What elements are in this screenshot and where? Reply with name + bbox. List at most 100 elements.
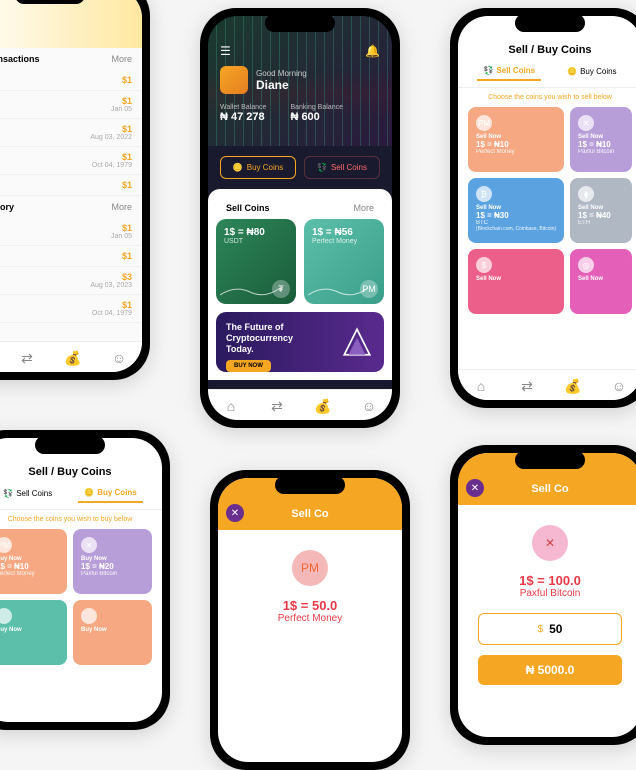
- coin-rate: 1$ = ₦10: [578, 140, 624, 149]
- wallet-icon[interactable]: 💰: [564, 378, 582, 392]
- coin-grid-card[interactable]: ₿Sell Now1$ = ₦30BTC(Blockchain.com, Coi…: [468, 178, 564, 243]
- phone-sell-buy: Sell / Buy Coins 💱 Sell Coins 🪙 Buy Coin…: [450, 8, 636, 408]
- coin-icon: [81, 608, 97, 624]
- home-icon[interactable]: ⌂: [222, 398, 240, 412]
- currency-symbol: $: [538, 624, 544, 635]
- more-link[interactable]: More: [111, 54, 132, 64]
- tab-buy-coins[interactable]: 🪙 Buy Coins: [561, 62, 622, 81]
- tab-subtitle: Choose the coins you wish to sell below: [458, 88, 636, 107]
- more-link[interactable]: More: [111, 202, 132, 212]
- buy-now-button[interactable]: BUY NOW: [226, 360, 271, 372]
- tx-amount: $1: [111, 223, 132, 233]
- coin-name: Perfect Money: [238, 613, 382, 624]
- greeting-label: Good Morning: [256, 69, 307, 78]
- profile-icon[interactable]: ☺: [610, 378, 628, 392]
- transaction-row[interactable]: mpleted$1Jan 05: [0, 218, 142, 246]
- coin-icon: ✕: [578, 115, 594, 131]
- coin-grid-card[interactable]: Buy Now: [0, 600, 67, 665]
- tx-date: Jan 05: [111, 233, 132, 240]
- sparkline-icon: [308, 280, 368, 300]
- wallet-icon[interactable]: 💰: [64, 350, 82, 364]
- coin-rate: 1$ = ₦80: [224, 227, 288, 238]
- coin-icon: PM: [292, 550, 328, 586]
- coin-icon: ✕: [532, 525, 568, 561]
- transaction-row[interactable]: mpleted$1: [0, 246, 142, 267]
- coin-icon: PM: [0, 537, 12, 553]
- coin-icon: $: [476, 257, 492, 273]
- tx-amount: $1: [111, 96, 132, 106]
- coin-rate: 1$ = ₦10: [476, 140, 556, 149]
- coin-grid-card[interactable]: $ Sell Now: [468, 249, 564, 314]
- close-button[interactable]: ✕: [226, 504, 244, 522]
- buy-coins-button[interactable]: 🪙 Buy Coins: [220, 156, 296, 179]
- home-icon[interactable]: ⌂: [472, 378, 490, 392]
- amount-input[interactable]: $ 50: [478, 613, 622, 645]
- avatar[interactable]: [220, 66, 248, 94]
- coin-icon: ◎: [578, 257, 594, 273]
- coin-grid-card[interactable]: ◎Sell Now: [570, 249, 632, 314]
- transaction-row[interactable]: mpleted$1: [0, 175, 142, 196]
- coin-rate: 1$ = ₦10: [0, 562, 59, 571]
- coin-icon: ✕: [81, 537, 97, 553]
- modal-title: Sell Co: [458, 483, 636, 495]
- tx-amount: $1: [122, 75, 132, 85]
- sell-coins-title: Sell Coins: [226, 203, 270, 213]
- coin-grid-card[interactable]: ⧫Sell Now1$ = ₦40ETH: [570, 178, 632, 243]
- exchange-icon[interactable]: ⇄: [18, 350, 36, 364]
- transaction-row[interactable]: mpleted$1: [0, 70, 142, 91]
- exchange-icon[interactable]: ⇄: [518, 378, 536, 392]
- close-button[interactable]: ✕: [466, 479, 484, 497]
- coin-name: Perfect Money: [0, 571, 59, 577]
- more-link[interactable]: More: [353, 203, 374, 213]
- section-title: ent Transactions: [0, 54, 40, 64]
- coin-card[interactable]: 1$ = ₦80USDT₮: [216, 219, 296, 304]
- transaction-row[interactable]: mpleted$1Oct 04, 1979: [0, 147, 142, 175]
- tab-subtitle: Choose the coins you wish to buy below: [0, 510, 162, 529]
- transaction-row[interactable]: mpleted$3Aug 03, 2023: [0, 267, 142, 295]
- coin-name: Paxful Bitcoin: [578, 149, 624, 155]
- tx-amount: $1: [122, 251, 132, 261]
- coin-name: Perfect Money: [312, 238, 376, 245]
- transaction-row[interactable]: mpleted$1Oct 04, 1979: [0, 295, 142, 323]
- banking-balance-label: Banking Balance: [290, 104, 343, 111]
- phone-sell-perfect-money: ✕ Sell Co PM 1$ = 50.0 Perfect Money: [210, 470, 410, 770]
- tab-buy-coins[interactable]: 🪙 Buy Coins: [78, 484, 143, 503]
- bell-icon[interactable]: 🔔: [365, 44, 380, 58]
- tx-date: Oct 04, 1979: [92, 162, 132, 169]
- menu-icon[interactable]: ☰: [220, 44, 231, 58]
- coin-icon: ₮: [272, 280, 290, 298]
- phone-buy-coins: Sell / Buy Coins 💱 Sell Coins 🪙 Buy Coin…: [0, 430, 170, 730]
- profile-icon[interactable]: ☺: [110, 350, 128, 364]
- wallet-icon[interactable]: 💰: [314, 398, 332, 412]
- result-value: ₦ 5000.0: [478, 655, 622, 685]
- promo-banner[interactable]: The Future of Cryptocurrency Today. BUY …: [216, 312, 384, 372]
- coin-rate: 1$ = 100.0: [478, 573, 622, 588]
- section-title: les History: [0, 202, 14, 212]
- coin-grid-card[interactable]: PMSell Now1$ = ₦10Perfect Money: [468, 107, 564, 172]
- coin-icon: [0, 608, 12, 624]
- phone-sell-paxful: ✕ Sell Co ✕ 1$ = 100.0 Paxful Bitcoin $ …: [450, 445, 636, 745]
- coin-grid-card[interactable]: PMBuy Now1$ = ₦10Perfect Money: [0, 529, 67, 594]
- coin-card[interactable]: 1$ = ₦56Perfect MoneyPM: [304, 219, 384, 304]
- coin-rate: 1$ = ₦40: [578, 211, 624, 220]
- profile-icon[interactable]: ☺: [360, 398, 378, 412]
- coin-rate: 1$ = ₦20: [81, 562, 144, 571]
- coin-rate: 1$ = ₦30: [476, 211, 556, 220]
- bottom-nav: ⌂ ⇄ 💰 ☺: [458, 369, 636, 400]
- sell-now-label: Sell Now: [476, 276, 556, 282]
- bottom-nav: ⌂ ⇄ 💰 ☺: [208, 389, 392, 420]
- transaction-row[interactable]: mpleted$1Aug 03, 2022: [0, 119, 142, 147]
- tx-date: Aug 03, 2022: [90, 134, 132, 141]
- banking-balance-value: ₦ 600: [290, 111, 343, 123]
- bottom-nav: ⌂ ⇄ 💰 ☺: [0, 341, 142, 372]
- exchange-icon[interactable]: ⇄: [268, 398, 286, 412]
- transaction-row[interactable]: mpleted$1Jan 05: [0, 91, 142, 119]
- coin-grid-card[interactable]: Buy Now: [73, 600, 152, 665]
- tab-sell-coins[interactable]: 💱 Sell Coins: [477, 62, 541, 81]
- wallet-balance-label: Wallet Balance: [220, 104, 266, 111]
- coin-grid-card[interactable]: ✕Sell Now1$ = ₦10Paxful Bitcoin: [570, 107, 632, 172]
- coin-grid-card[interactable]: ✕Buy Now1$ = ₦20Paxful Bitcoin: [73, 529, 152, 594]
- sell-coins-button[interactable]: 💱 Sell Coins: [304, 156, 380, 179]
- tab-sell-coins[interactable]: 💱 Sell Coins: [0, 484, 58, 503]
- tx-amount: $1: [92, 300, 132, 310]
